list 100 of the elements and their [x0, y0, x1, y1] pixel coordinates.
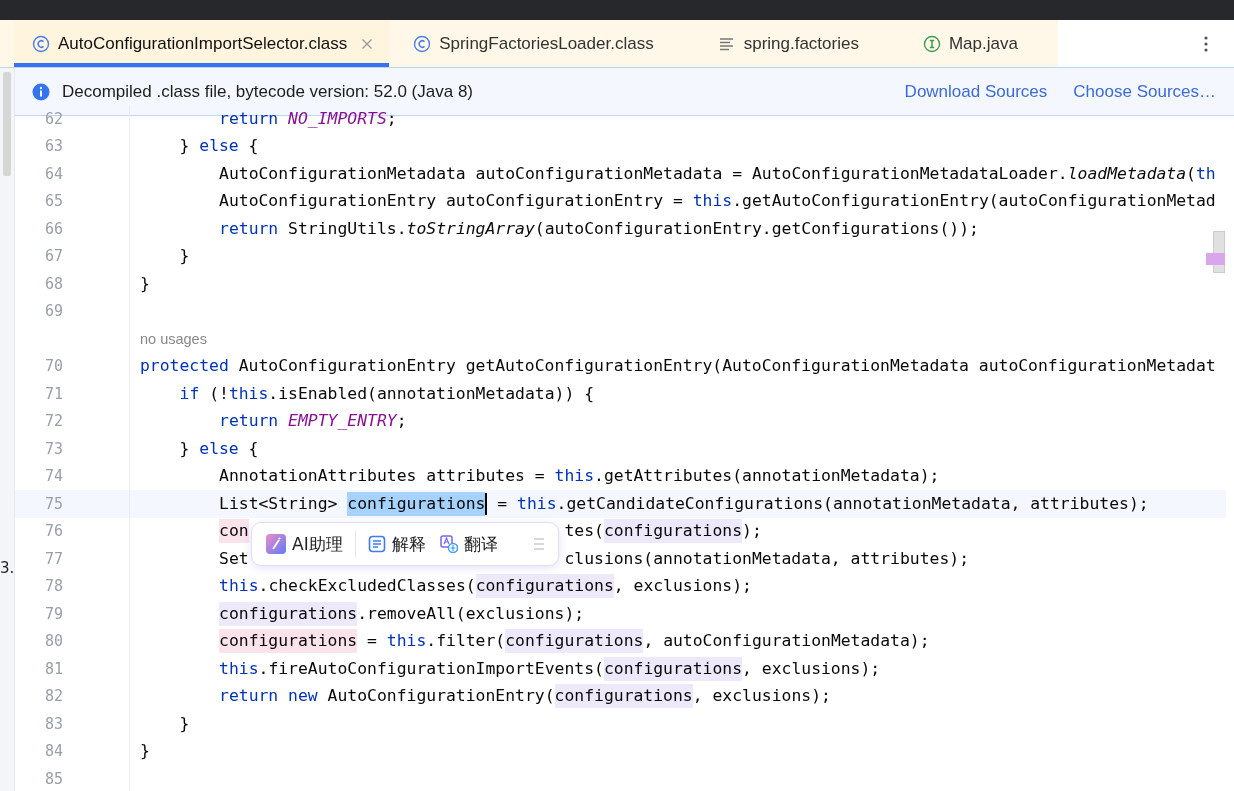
editor-tab[interactable]: Map.java [898, 20, 1058, 67]
line-number: 85 [43, 768, 63, 790]
line-number: 80 [43, 631, 63, 653]
line-number: 79 [43, 603, 63, 625]
line-number: 66 [43, 218, 63, 240]
code-text: } [140, 740, 150, 763]
code-text: else [199, 135, 239, 158]
line-number: 68 [43, 273, 63, 295]
code-text: protected [140, 355, 229, 378]
code-text: AutoConfigurationEntry( [326, 685, 555, 708]
code-text: (autoConfigurationEntry.getConfigurations()); [534, 217, 979, 240]
code-text: NO_IMPORTS [288, 107, 387, 130]
code-text: AnnotationAttributes attributes = [219, 465, 546, 488]
code-text: configurations [347, 491, 486, 516]
code-text: return [219, 217, 279, 240]
code-text: return new [219, 685, 318, 708]
line-number: 81 [43, 658, 63, 680]
code-text: this [517, 492, 557, 515]
line-number: 84 [43, 741, 63, 763]
code-text: this [386, 630, 427, 653]
code-text: con [219, 519, 249, 544]
code-text: List<String> [219, 492, 339, 515]
code-text: .getAutoConfigurationEntry(autoConfigurationMetad [732, 190, 1216, 213]
line-number: 70 [43, 356, 63, 378]
code-text: .getAttributes(annotationMetadata); [594, 465, 940, 488]
code-text: } [179, 712, 190, 735]
line-number: 72 [43, 411, 63, 433]
toolbar-button[interactable]: 翻译 [439, 532, 498, 556]
code-text: , autoConfigurationMetadata); [643, 630, 930, 653]
code-text: ; [386, 107, 397, 130]
code-text: this [554, 465, 595, 488]
link[interactable]: Download Sources [904, 81, 1048, 102]
code-text: configurations [505, 629, 644, 654]
code-text: .filter( [426, 630, 506, 653]
code-text: .fireAutoConfigurationImportEvents( [258, 657, 604, 680]
code-text: if [179, 382, 200, 405]
line-number: 65 [43, 191, 63, 213]
code-text: (! [208, 382, 229, 405]
code-text: configurations [603, 656, 743, 681]
line-number: 83 [43, 713, 63, 735]
code-text: , exclusions); [742, 657, 881, 680]
code-text: } [179, 135, 191, 158]
info-message: Decompiled .class file, bytecode version: 52.0 (Java 8) [62, 81, 474, 102]
code-text: this [219, 657, 259, 680]
code-text: this [692, 190, 733, 213]
line-number: 74 [43, 466, 63, 488]
line-number: 77 [43, 548, 63, 570]
code-text: return [219, 107, 280, 130]
code-text: } [179, 245, 190, 268]
code-text: ); [742, 520, 762, 543]
code-text: .removeAll(exclusions); [357, 602, 585, 625]
code-text: } [140, 272, 150, 295]
edge-text: 3. [0, 559, 15, 577]
link[interactable]: Choose Sources… [1073, 81, 1216, 102]
inlay-hint: no usages [140, 330, 207, 347]
line-number: 82 [43, 686, 63, 708]
code-text: ; [396, 410, 407, 433]
toolbar-button[interactable]: AI助理 [266, 532, 343, 556]
line-number: 63 [43, 136, 63, 158]
code-text: StringUtils. [287, 217, 407, 240]
line-number: 78 [43, 576, 63, 598]
toolbar-button[interactable]: 解释 [367, 532, 426, 556]
code-text: toStringArray [406, 217, 535, 240]
line-number: 73 [43, 438, 63, 460]
code-text: loadMetadata [1067, 162, 1187, 185]
code-text: this [228, 382, 269, 405]
code-text: configurations [603, 519, 743, 544]
code-text: { [247, 437, 259, 460]
line-number: 75 [43, 493, 63, 515]
line-number: 76 [43, 521, 63, 543]
code-text: else [199, 437, 239, 460]
code-text: , exclusions); [692, 685, 831, 708]
line-number: 69 [43, 301, 63, 323]
code-text: return [219, 410, 280, 433]
code-text: configurations [554, 684, 693, 709]
code-text: configurations [219, 629, 358, 654]
line-number: 67 [43, 246, 63, 268]
editor-tab[interactable]: AutoConfigurationImportSelector.class [14, 20, 390, 67]
code-text: EMPTY_ENTRY [288, 410, 397, 433]
editor-tab[interactable]: SpringFactoriesLoader.class [389, 20, 694, 67]
line-number: 71 [43, 383, 63, 405]
code-text: .getCandidateConfigurations(annotationMetadata, attributes); [556, 492, 1149, 515]
code-text: clusions(annotationMetadata, attributes); [564, 547, 969, 570]
editor-tab[interactable]: spring.factories [693, 20, 899, 67]
code-text: th [1196, 162, 1216, 185]
code-text: this [219, 575, 259, 598]
code-text: { [247, 135, 259, 158]
line-number: 64 [43, 163, 63, 185]
code-text: AutoConfigurationEntry getAutoConfigurationEntry(AutoConfigurationMetadata autoConfigurationMetadat [237, 355, 1216, 378]
code-text: AutoConfigurationMetadata autoConfigurationMetadata = AutoConfigurationMetadataLoader. [219, 162, 1068, 185]
code-text: } [179, 437, 191, 460]
code-text: .checkExcludedClasses( [258, 575, 476, 598]
code-text: AutoConfigurationEntry autoConfigurationEntry = [219, 190, 684, 213]
code-text: Set [219, 547, 249, 570]
code-text: .isEnabled(annotationMetadata)) { [268, 382, 594, 405]
code-text: configurations [475, 574, 614, 599]
code-text: = [366, 630, 378, 653]
code-text: , exclusions); [613, 575, 752, 598]
code-text: = [496, 492, 509, 515]
code-text: configurations [219, 601, 358, 626]
